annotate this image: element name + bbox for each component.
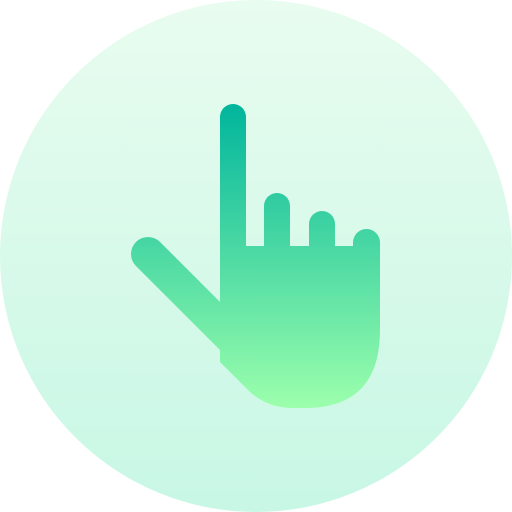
icon-canvas xyxy=(0,0,512,512)
palm xyxy=(220,246,380,408)
pointing-hand-icon xyxy=(0,0,512,512)
